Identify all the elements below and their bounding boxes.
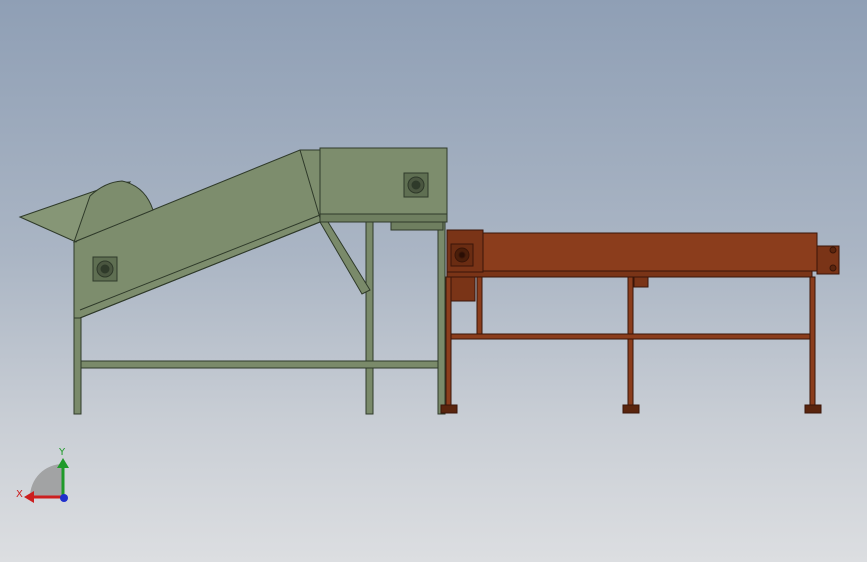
x-axis-arrowhead: [24, 491, 34, 503]
brown-leg-4: [809, 276, 816, 406]
brown-crossbar: [450, 333, 811, 340]
foot-pad: [622, 404, 640, 414]
foot-pad: [440, 404, 458, 414]
bearing-icon: [450, 243, 474, 267]
x-axis-label: X: [16, 489, 23, 500]
motor-box: [450, 276, 476, 302]
green-leg-right: [437, 221, 446, 415]
brown-leg-3: [627, 276, 634, 406]
head-top-beam: [319, 213, 448, 223]
green-leg-mid: [365, 221, 374, 415]
belt-frame: [446, 232, 818, 272]
y-axis-label: Y: [58, 447, 66, 458]
triad-xy-plane: [30, 464, 63, 497]
z-axis-dot: [60, 494, 68, 502]
cad-viewport[interactable]: X Y: [0, 0, 867, 562]
mid-hanger: [633, 276, 649, 288]
inclined-hopper-conveyor: [18, 147, 448, 415]
green-diagonal-brace: [319, 221, 371, 295]
coordinate-triad[interactable]: X Y: [16, 447, 69, 503]
foot-pad: [804, 404, 822, 414]
brown-leg-2: [476, 276, 483, 335]
inclined-trough: [73, 149, 321, 319]
drive-plate: [390, 221, 444, 231]
conveyor-assembly-drawing: X Y: [16, 147, 840, 503]
brown-leg-1: [445, 276, 452, 406]
flat-belt-conveyor: [440, 229, 840, 414]
green-crossbar: [80, 360, 439, 369]
bearing-icon: [403, 172, 429, 198]
green-leg-left: [73, 311, 82, 415]
bearing-icon: [92, 256, 118, 282]
belt-underside: [446, 270, 813, 278]
y-axis-arrowhead: [57, 458, 69, 468]
